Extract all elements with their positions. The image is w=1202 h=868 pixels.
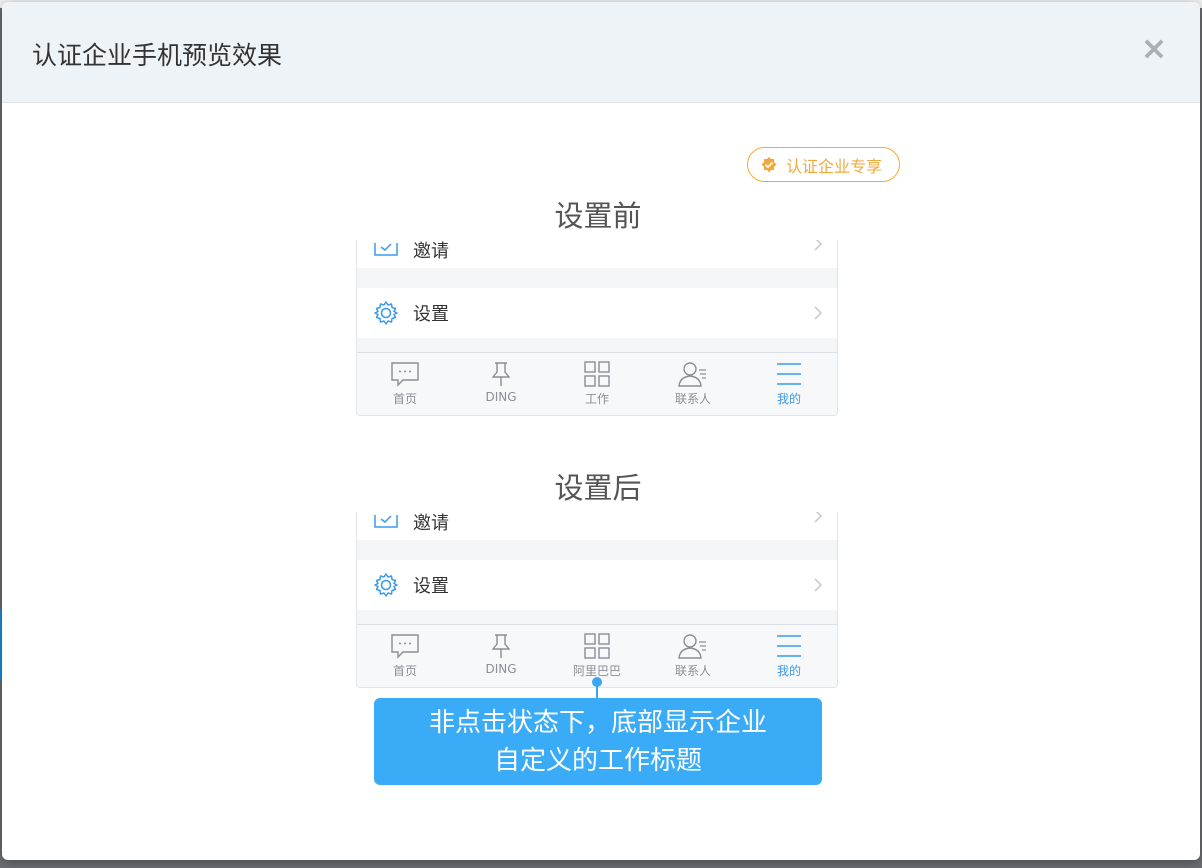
invite-row[interactable]: 邀请 (357, 512, 837, 540)
settings-label: 设置 (413, 576, 449, 597)
tab-home[interactable]: 首页 (357, 625, 453, 687)
tooltip-line-2: 自定义的工作标题 (493, 746, 702, 776)
tab-label: 首页 (392, 664, 417, 678)
chevron-right-icon (814, 240, 823, 251)
tab-contacts[interactable]: 联系人 (645, 625, 741, 687)
tooltip-callout: 非点击状态下，底部显示企业 自定义的工作标题 (374, 698, 822, 785)
before-title: 设置前 (554, 199, 642, 233)
settings-row[interactable]: 设置 (357, 560, 837, 610)
contacts-icon (678, 634, 706, 659)
tab-bar: 首页 DING 工作 联系人 我的 (357, 352, 837, 415)
invite-row[interactable]: 邀请 (357, 240, 837, 268)
grid-icon (584, 361, 610, 387)
gear-icon (374, 573, 398, 597)
contacts-icon (678, 362, 706, 387)
chevron-right-icon (814, 306, 823, 320)
settings-row[interactable]: 设置 (357, 288, 837, 338)
tooltip-line-1: 非点击状态下，底部显示企业 (428, 708, 767, 738)
modal-header: 认证企业手机预览效果 × (2, 2, 1200, 103)
invite-icon (374, 515, 398, 528)
menu-icon (777, 363, 801, 385)
tab-label: 联系人 (674, 664, 711, 678)
badge-label: 认证企业专享 (786, 156, 883, 176)
tooltip-anchor (592, 677, 602, 687)
tab-contacts[interactable]: 联系人 (645, 353, 741, 415)
invite-label: 邀请 (413, 513, 449, 534)
close-icon[interactable]: × (1140, 32, 1168, 64)
chevron-right-icon (814, 512, 823, 523)
tab-work[interactable]: 工作 (549, 353, 645, 415)
grid-icon (584, 633, 610, 659)
phone-preview-after: 邀请 设置 首页 DING 阿里巴巴 联系人 我的 (356, 512, 838, 688)
tab-mine[interactable]: 我的 (741, 625, 837, 687)
tab-label: 我的 (776, 392, 801, 406)
message-icon (391, 362, 419, 387)
settings-label: 设置 (413, 304, 449, 325)
pin-icon (491, 634, 511, 658)
pin-icon (491, 362, 511, 386)
message-icon (391, 634, 419, 659)
tab-label: DING (485, 390, 517, 404)
menu-icon (777, 635, 801, 657)
tab-label: 联系人 (674, 392, 711, 406)
invite-icon (374, 243, 398, 256)
tab-label: DING (485, 662, 517, 676)
chevron-right-icon (814, 578, 823, 592)
invite-label: 邀请 (413, 241, 449, 262)
tab-home[interactable]: 首页 (357, 353, 453, 415)
after-title: 设置后 (554, 471, 642, 505)
modal-title: 认证企业手机预览效果 (32, 41, 283, 70)
tab-label: 我的 (776, 664, 801, 678)
tab-label: 工作 (584, 392, 609, 406)
tab-mine[interactable]: 我的 (741, 353, 837, 415)
verified-check-icon (761, 156, 777, 172)
phone-preview-before: 邀请 设置 首页 DING 工作 联系人 我的 (356, 240, 838, 416)
certified-badge: 认证企业专享 (747, 147, 900, 182)
tab-label: 首页 (392, 392, 417, 406)
tab-ding[interactable]: DING (453, 625, 549, 687)
tab-ding[interactable]: DING (453, 353, 549, 415)
gear-icon (374, 301, 398, 325)
